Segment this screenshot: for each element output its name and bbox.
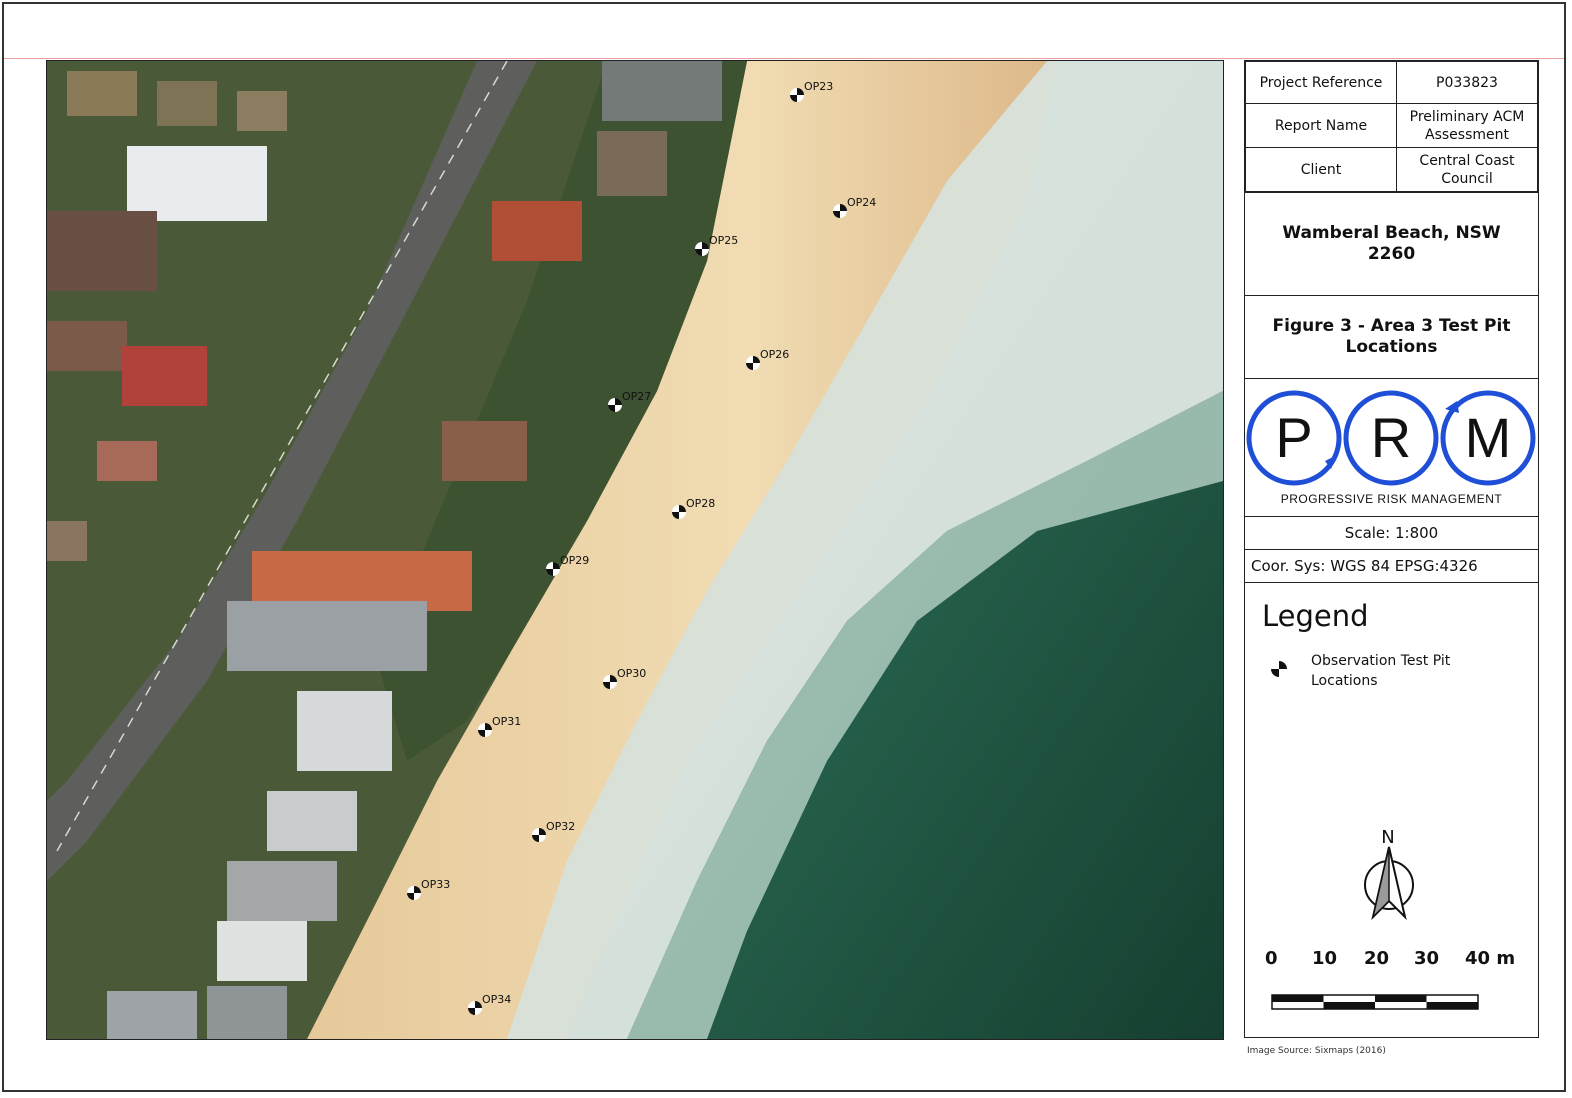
location-line2: 2260 [1367,244,1416,264]
client-value-line1: Central Coast [1419,152,1515,169]
aerial-map[interactable]: OP23 OP24 OP25 OP26 OP27 OP28 OP29 OP30 OP31 OP32… [46,60,1224,1040]
prm-logo-graphic: P R M [1246,390,1536,486]
prm-logo: P R M PROGRESSIVE RISK MANAGEMENT [1245,378,1538,516]
scalebar-label-40: 40 m [1465,948,1516,969]
report-name-value-line2: Assessment [1425,126,1509,143]
project-reference-value: P033823 [1396,61,1538,104]
logo-tagline: PROGRESSIVE RISK MANAGEMENT [1280,492,1503,506]
test-pit-label: OP29 [560,554,589,567]
test-pit-label: OP33 [421,878,450,891]
legend-item-text: Observation Test Pit Locations [1311,651,1511,691]
client-value-line2: Council [1441,170,1493,187]
test-pit-symbol-icon [1271,661,1287,677]
test-pit-label: OP30 [617,667,646,680]
coordinate-system: Coor. Sys: WGS 84 EPSG:4326 [1245,549,1538,582]
project-reference-label: Project Reference [1245,61,1397,104]
scalebar-label-10: 10 [1312,948,1338,969]
north-arrow-icon: N [1364,827,1414,921]
test-pit-label: OP32 [546,820,575,833]
logo-letter-r: R [1371,406,1411,469]
test-pit-label: OP24 [847,196,876,209]
test-pit-label: OP26 [760,348,789,361]
test-pit-label: OP27 [622,390,651,403]
legend-item-line1: Observation Test Pit [1311,653,1451,669]
north-label: N [1381,827,1394,848]
legend-item-line2: Locations [1311,673,1378,689]
report-name-value-line1: Preliminary ACM [1409,108,1525,125]
project-info-table: Project Reference P033823 Report Name Pr… [1245,61,1538,192]
top-rule [4,58,1564,59]
legend-title: Legend [1262,599,1369,633]
test-pit-label: OP23 [804,80,833,93]
location-title: Wamberal Beach, NSW 2260 [1245,192,1538,295]
location-line1: Wamberal Beach, NSW [1282,223,1501,243]
client-label: Client [1245,147,1397,192]
test-pit-label: OP25 [709,234,738,247]
logo-letter-m: M [1465,406,1512,469]
figure-title: Figure 3 - Area 3 Test Pit Locations [1245,295,1538,378]
image-source: Image Source: Sixmaps (2016) [1247,1046,1386,1056]
test-pit-label: OP34 [482,993,511,1006]
aerial-image: OP23 OP24 OP25 OP26 OP27 OP28 OP29 OP30 OP31 OP32… [47,61,1223,1039]
client-value: Central Coast Council [1396,147,1538,192]
figure-title-line1: Figure 3 - Area 3 Test Pit [1272,316,1511,336]
report-name-label: Report Name [1245,103,1397,148]
test-pit-label: OP31 [492,715,521,728]
map-info-panel: Project Reference P033823 Report Name Pr… [1244,60,1539,1038]
scalebar-label-20: 20 [1364,948,1390,969]
test-pit-label: OP28 [686,497,715,510]
logo-letter-p: P [1275,406,1312,469]
figure-title-line2: Locations [1345,337,1438,357]
legend: Legend Observation Test Pit Locations N 0… [1245,582,1538,1039]
scalebar [1271,994,1479,1010]
scalebar-label-0: 0 [1265,948,1278,969]
scale-text: Scale: 1:800 [1245,516,1538,549]
report-name-value: Preliminary ACM Assessment [1396,103,1538,148]
scalebar-label-30: 30 [1414,948,1440,969]
